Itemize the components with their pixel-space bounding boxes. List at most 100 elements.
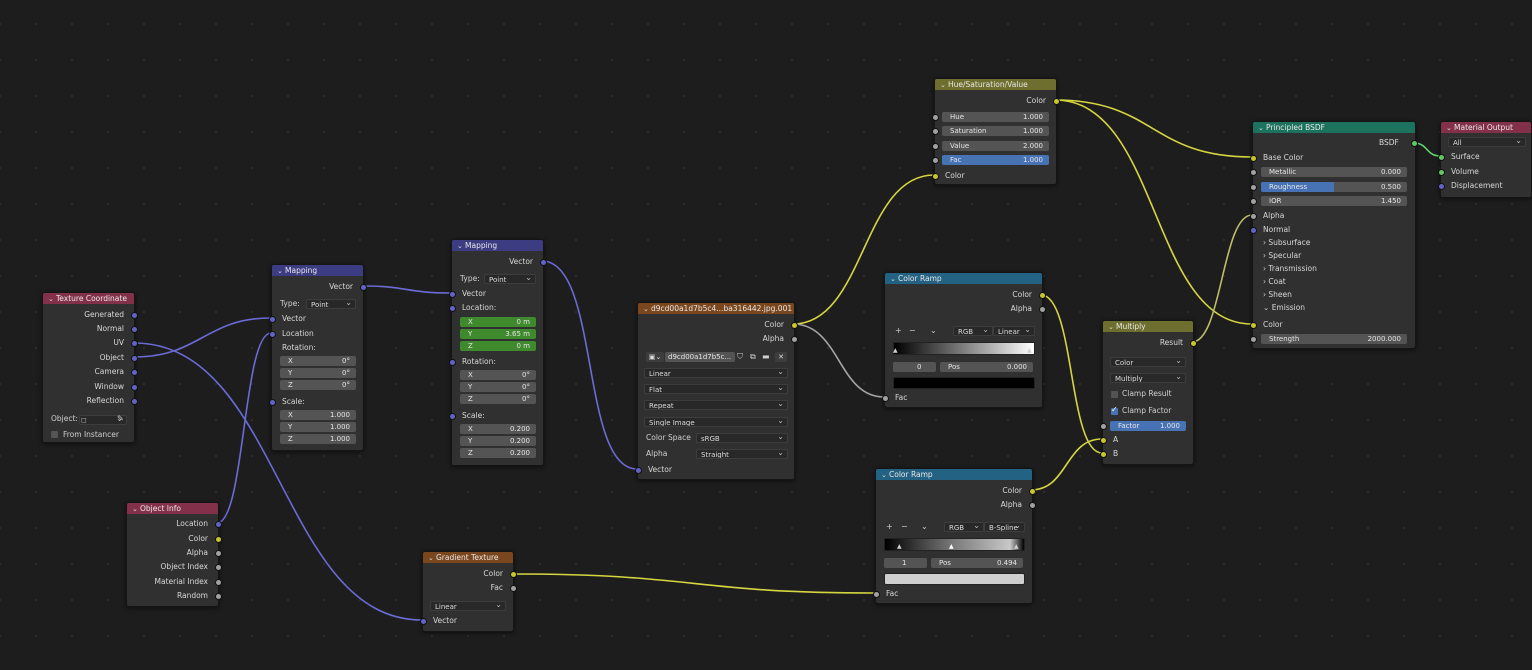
socket-alpha[interactable] bbox=[791, 336, 797, 342]
chevron-down-icon[interactable]: ⌄ bbox=[48, 294, 56, 304]
type-select[interactable]: Point bbox=[484, 274, 536, 284]
color-mode-select[interactable]: RGB bbox=[953, 326, 993, 336]
color-mode-select[interactable]: RGB bbox=[944, 522, 984, 532]
image-name-field[interactable]: d9cd00a1d7b5c... bbox=[665, 352, 735, 362]
socket-vector-in[interactable] bbox=[449, 291, 455, 297]
socket-saturation-in[interactable] bbox=[932, 128, 938, 134]
rotation-z-field[interactable]: Z 0° bbox=[280, 380, 356, 390]
chevron-down-icon[interactable]: ⌄ bbox=[643, 304, 651, 314]
node-texture-coordinate[interactable]: ⌄ Texture Coordinate Generated Normal UV … bbox=[42, 292, 137, 443]
socket-surface[interactable] bbox=[1438, 154, 1444, 160]
position-field[interactable]: Pos 0.000 bbox=[940, 362, 1033, 372]
node-header[interactable]: ⌄ Gradient Texture bbox=[423, 552, 513, 563]
fac-field[interactable]: Fac 1.000 bbox=[942, 155, 1049, 165]
socket-bsdf-out[interactable] bbox=[1411, 140, 1417, 146]
chevron-down-icon[interactable]: ⌄ bbox=[940, 80, 948, 90]
close-button[interactable]: ✕ bbox=[775, 352, 787, 362]
socket-b-in[interactable] bbox=[1100, 451, 1106, 457]
rotation-x-field[interactable]: X 0° bbox=[280, 356, 356, 366]
socket-window[interactable] bbox=[131, 384, 137, 390]
node-header[interactable]: ⌄ Material Output bbox=[1441, 122, 1531, 133]
node-mapping-2[interactable]: ⌄Mapping Vector Type: Point Vector Locat… bbox=[449, 239, 546, 466]
location-z-field[interactable]: Z0 m bbox=[460, 341, 536, 351]
chevron-down-icon[interactable]: ⌄ bbox=[277, 266, 285, 276]
socket-vector-in[interactable] bbox=[269, 316, 275, 322]
rotation-y-field[interactable]: Y 0° bbox=[280, 368, 356, 378]
socket-emission-color[interactable] bbox=[1250, 322, 1256, 328]
socket-location-in[interactable] bbox=[269, 331, 275, 337]
socket-camera[interactable] bbox=[131, 369, 137, 375]
color-stop-marker[interactable]: ▲ bbox=[893, 346, 898, 356]
chevron-down-icon[interactable]: ⌄ bbox=[890, 274, 898, 284]
chevron-down-icon[interactable]: ⌄ bbox=[930, 326, 937, 336]
ior-field[interactable]: IOR 1.450 bbox=[1261, 196, 1407, 206]
node-principled-bsdf[interactable]: ⌄ Principled BSDF Base Color Metallic 0.00… bbox=[1250, 121, 1416, 349]
color-stop-marker[interactable]: ▲ bbox=[897, 542, 902, 552]
panel-subsurface[interactable]: › Subsurface bbox=[1263, 237, 1310, 249]
position-field[interactable]: Pos 0.494 bbox=[931, 558, 1023, 568]
clamp-factor-checkbox[interactable] bbox=[1111, 405, 1118, 415]
socket-rotation-in[interactable] bbox=[449, 359, 455, 365]
socket-fac[interactable] bbox=[510, 585, 516, 591]
image-browse-button[interactable]: ▣⌄ bbox=[646, 352, 664, 362]
chevron-down-icon[interactable]: ⌄ bbox=[881, 470, 889, 480]
socket-color-in[interactable] bbox=[932, 173, 938, 179]
saturation-field[interactable]: Saturation 1.000 bbox=[942, 126, 1049, 136]
node-header[interactable]: ⌄ Color Ramp bbox=[885, 273, 1042, 284]
add-stop-icon[interactable]: + bbox=[886, 522, 893, 532]
socket-roughness[interactable] bbox=[1250, 184, 1256, 190]
node-color-ramp-1[interactable]: ⌄Color Ramp Color Alpha + − ⌄ RGB Linear… bbox=[882, 272, 1045, 408]
factor-field[interactable]: Factor 1.000 bbox=[1110, 421, 1186, 431]
stop-index-field[interactable]: 0 bbox=[893, 362, 936, 372]
scale-y-field[interactable]: Y 0.200 bbox=[460, 436, 536, 446]
socket-normal[interactable] bbox=[1250, 227, 1256, 233]
socket-alpha-out[interactable] bbox=[1039, 306, 1045, 312]
color-stop-marker[interactable]: ▲ bbox=[1014, 542, 1019, 552]
socket-color[interactable] bbox=[215, 536, 221, 542]
node-color-ramp-2[interactable]: ⌄Color Ramp Color Alpha + − ⌄ RGB B-Spli… bbox=[873, 468, 1035, 604]
chevron-down-icon[interactable]: ⌄ bbox=[1446, 123, 1454, 133]
socket-generated[interactable] bbox=[131, 312, 137, 318]
socket-vector-in[interactable] bbox=[635, 467, 641, 473]
colorspace-select[interactable]: sRGB bbox=[696, 433, 788, 443]
location-y-field[interactable]: Y 3.65 m bbox=[460, 329, 536, 339]
alpha-mode-select[interactable]: Straight bbox=[696, 449, 788, 459]
projection-select[interactable]: Flat bbox=[644, 384, 788, 394]
source-select[interactable]: Single Image bbox=[644, 417, 788, 427]
panel-emission[interactable]: ⌄ Emission bbox=[1263, 302, 1305, 314]
eyedropper-icon[interactable]: ✎ bbox=[117, 414, 124, 424]
scale-x-field[interactable]: X 1.000 bbox=[280, 410, 356, 420]
socket-location-in[interactable] bbox=[449, 305, 455, 311]
metallic-field[interactable]: Metallic 0.000 bbox=[1261, 167, 1407, 177]
interpolation-select[interactable]: B-Spline bbox=[984, 522, 1025, 532]
socket-vector-out[interactable] bbox=[360, 284, 366, 290]
node-object-info[interactable]: ⌄ Object Info Location Color Alpha Object… bbox=[126, 502, 221, 607]
gradient-ramp[interactable] bbox=[893, 342, 1035, 355]
panel-sheen[interactable]: › Sheen bbox=[1263, 289, 1292, 301]
rotation-y-field[interactable]: Y 0° bbox=[460, 382, 536, 392]
gradient-type-select[interactable]: Linear bbox=[430, 601, 506, 611]
socket-color-out[interactable] bbox=[1039, 292, 1045, 298]
socket-color-out[interactable] bbox=[1053, 98, 1059, 104]
rotation-z-field[interactable]: Z 0° bbox=[460, 394, 536, 404]
scale-y-field[interactable]: Y 1.000 bbox=[280, 422, 356, 432]
type-select[interactable]: Point bbox=[306, 299, 356, 309]
gradient-ramp[interactable] bbox=[884, 538, 1025, 551]
socket-reflection[interactable] bbox=[131, 398, 137, 404]
roughness-field[interactable]: Roughness 0.500 bbox=[1261, 182, 1407, 192]
stop-color-swatch[interactable] bbox=[884, 573, 1025, 585]
strength-field[interactable]: Strength 2000.000 bbox=[1261, 334, 1407, 344]
chevron-down-icon[interactable]: ⌄ bbox=[1258, 123, 1266, 133]
socket-color-out[interactable] bbox=[1029, 488, 1035, 494]
socket-object-index[interactable] bbox=[215, 564, 221, 570]
node-header[interactable]: ⌄ Principled BSDF bbox=[1253, 122, 1415, 133]
socket-result-out[interactable] bbox=[1190, 340, 1196, 346]
socket-vector-out[interactable] bbox=[540, 259, 546, 265]
socket-fac-in[interactable] bbox=[882, 395, 888, 401]
socket-alpha-out[interactable] bbox=[1029, 502, 1035, 508]
node-material-output[interactable]: ⌄Material Output All BSDF Surface Volume… bbox=[1379, 121, 1532, 198]
chevron-down-icon[interactable]: ⌄ bbox=[457, 241, 465, 251]
node-header[interactable]: ⌄ Color Ramp bbox=[876, 469, 1032, 480]
socket-fac-in[interactable] bbox=[873, 591, 879, 597]
socket-a-in[interactable] bbox=[1100, 437, 1106, 443]
